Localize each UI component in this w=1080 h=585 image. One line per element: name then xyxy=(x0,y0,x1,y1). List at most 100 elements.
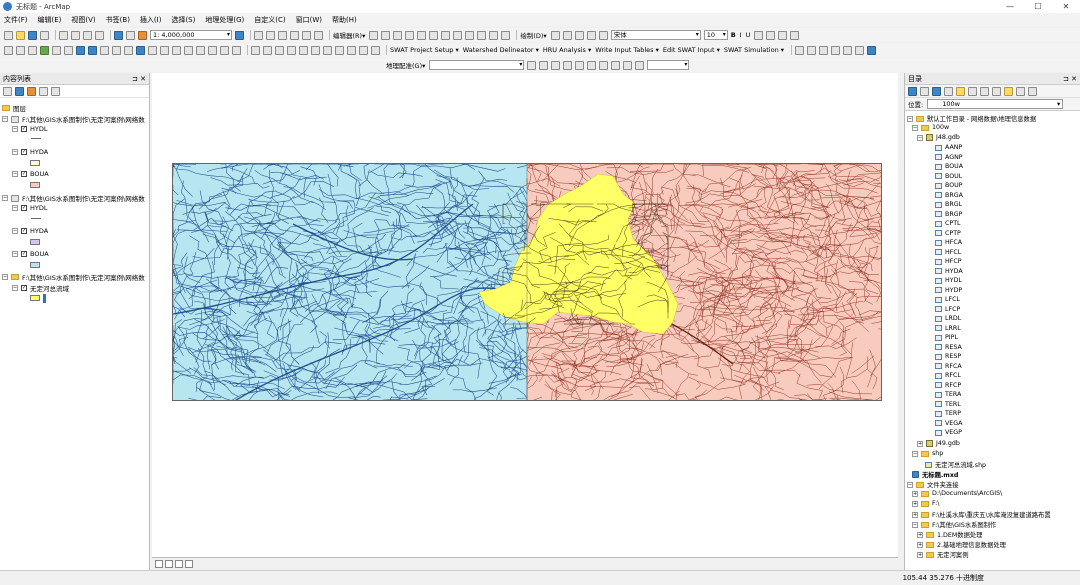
fill-color-icon[interactable] xyxy=(766,30,776,40)
menu-edit[interactable]: 编辑(E) xyxy=(38,15,62,25)
rotate-raster-icon[interactable] xyxy=(527,60,537,70)
home-icon[interactable] xyxy=(944,86,953,96)
layer-visibility-checkbox[interactable]: ✓ xyxy=(21,251,27,257)
label-icon[interactable] xyxy=(598,30,608,40)
up-folder-icon[interactable] xyxy=(932,86,941,96)
collapse-icon[interactable]: − xyxy=(12,149,18,155)
sketch-tool-icon[interactable] xyxy=(381,30,391,40)
catalog-sub-basic[interactable]: + 2.基础地理信息数据处理 xyxy=(917,540,1006,549)
layer-visibility-checkbox[interactable]: ✓ xyxy=(21,171,27,177)
marker-color-icon[interactable] xyxy=(790,30,800,40)
map-scale-combo[interactable]: 1: 4,000,000 xyxy=(150,30,232,40)
clear-selection-icon[interactable] xyxy=(112,45,121,55)
create-viewer-icon[interactable] xyxy=(232,45,241,55)
catalog-feature-rfcp[interactable]: RFCP xyxy=(935,382,961,389)
python-window-icon[interactable] xyxy=(302,30,311,40)
catalog-connection-3[interactable]: + F:\杜溪水库\重庆五\水库淹没复建道路布置 xyxy=(912,510,1051,519)
toggle-contents-icon[interactable] xyxy=(980,86,989,96)
model-builder-icon[interactable] xyxy=(314,30,323,40)
rectangle-icon[interactable] xyxy=(574,30,584,40)
menu-insert[interactable]: 插入(I) xyxy=(140,15,162,25)
collapse-icon[interactable]: − xyxy=(2,274,8,280)
arctoolbox-icon[interactable] xyxy=(290,30,299,40)
select-link-icon[interactable] xyxy=(563,60,573,70)
attributes-icon[interactable] xyxy=(489,30,499,40)
toc-group-3[interactable]: − F:\其他\GIS水系图制作\无定河案例\网络数 xyxy=(2,272,145,282)
expand-icon[interactable]: + xyxy=(912,490,918,497)
search-window-icon[interactable] xyxy=(278,30,287,40)
sketch-merge-icon[interactable] xyxy=(843,45,853,55)
menu-customize[interactable]: 自定义(C) xyxy=(254,15,285,25)
auto-adjust-icon[interactable] xyxy=(623,60,633,70)
layer-visibility-checkbox[interactable]: ✓ xyxy=(21,285,27,291)
swat-project-setup-menu[interactable]: SWAT Project Setup ▾ xyxy=(390,46,459,54)
catalog-mxd-file[interactable]: 无标题.mxd xyxy=(912,470,958,479)
list-by-source-icon[interactable] xyxy=(15,86,24,96)
add-data-icon[interactable] xyxy=(138,30,147,40)
location-input[interactable]: 100w xyxy=(927,99,1064,109)
collapse-icon[interactable]: − xyxy=(2,195,8,201)
catalog-feature-resa[interactable]: RESA xyxy=(935,344,962,351)
generalize-icon[interactable] xyxy=(323,45,332,55)
viewer-icon[interactable] xyxy=(599,60,609,70)
cut-icon[interactable] xyxy=(59,30,68,40)
validate-icon[interactable] xyxy=(347,45,356,55)
catalog-folder-connections[interactable]: − 文件夹连接 xyxy=(907,480,958,489)
catalog-feature-terl[interactable]: TERL xyxy=(935,401,961,408)
hyperlink-icon[interactable] xyxy=(148,45,157,55)
menu-selection[interactable]: 选择(S) xyxy=(171,15,195,25)
save-icon[interactable] xyxy=(28,30,37,40)
catalog-sub-dem[interactable]: + 1.DEM数据处理 xyxy=(917,530,982,539)
layer-visibility-checkbox[interactable]: ✓ xyxy=(21,149,27,155)
collapse-icon[interactable]: − xyxy=(2,116,8,122)
catalog-feature-agnp[interactable]: AGNP xyxy=(935,154,963,161)
catalog-feature-hfcp[interactable]: HFCP xyxy=(935,258,962,265)
catalog-connection-4[interactable]: − F:\其他\GIS水系图制作 xyxy=(912,520,996,529)
back-extent-icon[interactable] xyxy=(76,45,85,55)
select-elements-icon[interactable] xyxy=(124,45,133,55)
menu-view[interactable]: 视图(V) xyxy=(71,15,95,25)
minimize-button[interactable]: — xyxy=(996,2,1024,11)
select-features-icon[interactable] xyxy=(100,45,109,55)
shared-features-icon[interactable] xyxy=(371,45,380,55)
straight-segment-icon[interactable] xyxy=(393,30,403,40)
collapse-icon[interactable]: − xyxy=(12,126,18,132)
copy-icon[interactable] xyxy=(71,30,80,40)
menu-windows[interactable]: 窗口(W) xyxy=(296,15,322,25)
collapse-icon[interactable]: − xyxy=(12,171,18,177)
link-table-icon[interactable] xyxy=(611,60,621,70)
smooth-icon[interactable] xyxy=(335,45,344,55)
toc-layer-boua-2[interactable]: − ✓ BOUA xyxy=(12,250,49,258)
catalog-home-item[interactable]: − 默认工作目录 - 网络数据\地理信息数据 xyxy=(907,114,1036,123)
rotate-icon[interactable] xyxy=(477,30,487,40)
catalog-feature-cptl[interactable]: CPTL xyxy=(935,220,961,227)
catalog-feature-vegp[interactable]: VEGP xyxy=(935,429,962,436)
collapse-icon[interactable]: − xyxy=(917,134,923,141)
catalog-feature-brga[interactable]: BRGA xyxy=(935,192,963,199)
catalog-feature-hfca[interactable]: HFCA xyxy=(935,239,962,246)
identify-icon[interactable] xyxy=(136,45,145,55)
time-slider-icon[interactable] xyxy=(220,45,229,55)
find-icon[interactable] xyxy=(184,45,193,55)
menu-geoprocessing[interactable]: 地理处理(G) xyxy=(205,15,244,25)
catalog-feature-boul[interactable]: BOUL xyxy=(935,173,962,180)
zoom-out-icon[interactable] xyxy=(16,45,25,55)
catalog-gdb-j49[interactable]: + J49.gdb xyxy=(917,440,960,447)
georeferencing-menu[interactable]: 地理配准(G)▾ xyxy=(386,60,425,70)
collapse-icon[interactable]: − xyxy=(907,481,913,488)
new-folder-icon[interactable] xyxy=(1004,86,1013,96)
data-view-icon[interactable] xyxy=(155,560,163,568)
select-elements-icon[interactable] xyxy=(550,30,560,40)
topology-edit-icon[interactable] xyxy=(275,45,284,55)
catalog-feature-vega[interactable]: VEGA xyxy=(935,420,962,427)
catalog-pin-close-icon[interactable]: ⊐ ✕ xyxy=(1063,75,1077,83)
catalog-feature-cptp[interactable]: CPTP xyxy=(935,230,961,237)
catalog-feature-lrrl[interactable]: LRRL xyxy=(935,325,961,332)
align-edge-icon[interactable] xyxy=(311,45,320,55)
error-inspector-icon[interactable] xyxy=(359,45,368,55)
layer-visibility-checkbox[interactable]: ✓ xyxy=(21,126,27,132)
zoom-in-icon[interactable] xyxy=(4,45,13,55)
catalog-folder-shp[interactable]: − shp xyxy=(912,450,943,457)
rotate-element-icon[interactable] xyxy=(562,30,572,40)
full-extent-icon[interactable] xyxy=(40,45,49,55)
